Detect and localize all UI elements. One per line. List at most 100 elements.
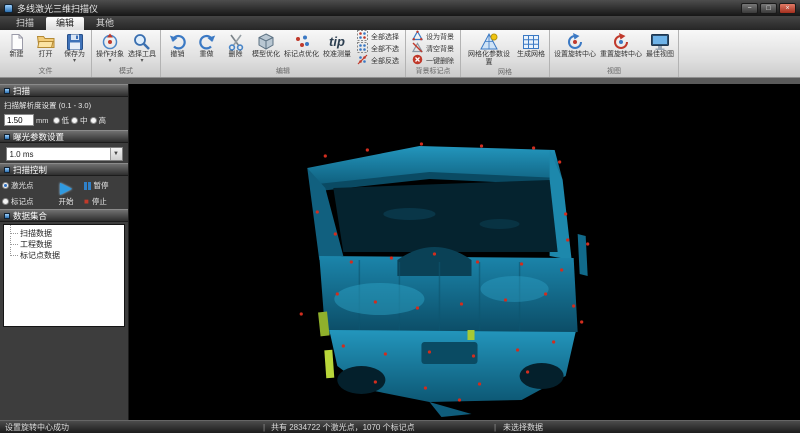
marker-optimize-button[interactable]: 标记点优化	[282, 31, 321, 66]
stop-button[interactable]: ■ 停止	[84, 196, 109, 207]
laser-point-radio[interactable]: 激光点	[2, 180, 48, 191]
cube-icon	[257, 32, 275, 51]
mesh-grid-icon	[521, 32, 541, 51]
start-label: 开始	[59, 196, 74, 207]
redo-button[interactable]: 重做	[192, 31, 221, 66]
open-button[interactable]: 打开	[31, 31, 60, 66]
reset-rotate-center-icon	[611, 32, 631, 51]
ribbon-group-label: 编辑	[163, 66, 403, 77]
button-label: 最佳视图	[646, 51, 674, 59]
calibrate-measure-button[interactable]: tip 校准测量	[321, 31, 353, 66]
button-label: 撤销	[171, 51, 185, 59]
radio-label: 激光点	[11, 180, 34, 191]
scan-panel-header: 扫描	[0, 84, 128, 97]
generate-mesh-button[interactable]: 生成网格	[515, 31, 547, 67]
object-gizmo-icon	[100, 32, 120, 51]
button-label: 模型优化	[252, 51, 280, 59]
monitor-icon	[650, 32, 670, 51]
redo-icon	[197, 32, 217, 51]
reset-rotate-center-button[interactable]: 重置旋转中心	[598, 31, 644, 66]
dataset-panel-header: 数据集合	[0, 209, 128, 222]
new-file-icon	[8, 32, 26, 51]
tab-edit[interactable]: 编辑	[46, 17, 84, 30]
exposure-select[interactable]: 1.0 ms ▼	[6, 147, 123, 161]
button-label: 校准测量	[323, 51, 351, 59]
status-bar: 设置旋转中心成功 | 共有 2834722 个激光点，1070 个标记点 | 未…	[0, 420, 800, 433]
radio-icon	[2, 198, 9, 205]
dataset-list: 扫描数据 工程数据 标记点数据	[3, 224, 125, 327]
save-icon	[66, 32, 84, 51]
mesh-params-button[interactable]: 网格化参数设置	[463, 31, 515, 67]
window-title: 多线激光三维扫描仪	[17, 2, 741, 15]
ribbon-tab-row: 扫描 编辑 其他	[0, 16, 800, 30]
start-button[interactable]: ▶ 开始	[52, 181, 80, 207]
select-tool-button[interactable]: 选择工具 ▾	[126, 31, 158, 66]
dropdown-caret-icon: ▾	[140, 59, 143, 64]
save-as-button[interactable]: 保存为 ▾	[60, 31, 89, 66]
tab-other[interactable]: 其他	[86, 17, 124, 30]
level-radio-mid[interactable]: 中	[71, 115, 88, 126]
ribbon-group-label: 视图	[552, 66, 676, 77]
app-icon	[4, 4, 13, 13]
ribbon-group-label: 背景标记点	[408, 66, 458, 77]
radio-icon	[53, 117, 60, 124]
radio-icon	[90, 117, 97, 124]
delete-button[interactable]: 删除	[221, 31, 250, 66]
viewport-3d[interactable]	[129, 84, 800, 420]
select-invert-button[interactable]: 全部反选	[355, 55, 401, 66]
pause-button[interactable]: 暂停	[84, 180, 109, 191]
ribbon-group-view: 设置旋转中心 重置旋转中心 最佳视图 视图	[550, 30, 679, 77]
point-count-status: 共有 2834722 个激光点，1070 个标记点	[271, 421, 415, 433]
minimize-icon[interactable]: −	[741, 3, 758, 14]
one-key-delete-button[interactable]: 一键删除	[410, 55, 456, 66]
mesh-params-icon	[479, 32, 499, 51]
level-radio-low[interactable]: 低	[53, 115, 70, 126]
radio-label: 低	[62, 115, 70, 126]
button-label: 设为背景	[426, 32, 454, 42]
tree-item-marker-data[interactable]: 标记点数据	[6, 250, 122, 261]
marker-point-radio[interactable]: 标记点	[2, 196, 48, 207]
resolution-label: 扫描解析度设置 (0.1 - 3.0)	[4, 100, 124, 111]
resolution-input[interactable]	[4, 114, 34, 126]
level-radio-high[interactable]: 高	[90, 115, 107, 126]
best-view-button[interactable]: 最佳视图	[644, 31, 676, 66]
app-window: 多线激光三维扫描仪 − □ × 扫描 编辑 其他 新建	[0, 0, 800, 433]
radio-label: 标记点	[11, 196, 34, 207]
close-icon[interactable]: ×	[779, 3, 796, 14]
model-optimize-button[interactable]: 模型优化	[250, 31, 282, 66]
tip-logo-icon: tip	[329, 32, 345, 51]
dropdown-caret-icon: ▾	[73, 59, 76, 64]
resolution-section: 扫描解析度设置 (0.1 - 3.0) mm 低 中 高	[0, 97, 128, 130]
tree-item-scan-data[interactable]: 扫描数据	[6, 228, 122, 239]
ribbon-group-background-markers: 设为背景 清空背景 一键删除 背景	[406, 30, 461, 77]
button-label: 全部反选	[371, 56, 399, 66]
exposure-value: 1.0 ms	[10, 150, 34, 159]
new-button[interactable]: 新建	[2, 31, 31, 66]
status-message: 设置旋转中心成功	[5, 421, 69, 433]
title-bar: 多线激光三维扫描仪 − □ ×	[0, 0, 800, 16]
maximize-icon[interactable]: □	[760, 3, 777, 14]
marker-dots-icon	[293, 32, 311, 51]
set-rotate-center-button[interactable]: 设置旋转中心	[552, 31, 598, 66]
radio-label: 高	[99, 115, 107, 126]
scissors-icon	[226, 32, 246, 51]
set-rotate-center-icon	[565, 32, 585, 51]
play-icon: ▶	[60, 181, 72, 196]
tree-item-project-data[interactable]: 工程数据	[6, 239, 122, 250]
button-label: 删除	[229, 51, 243, 59]
button-label: 打开	[39, 51, 53, 59]
scan-control-section: 激光点 标记点 ▶ 开始 暂停	[0, 176, 128, 209]
tab-scan[interactable]: 扫描	[6, 17, 44, 30]
undo-icon	[168, 32, 188, 51]
stop-label: 停止	[92, 196, 107, 207]
ribbon: 新建 打开 保存为 ▾ 文件	[0, 30, 800, 78]
button-label: 清空背景	[426, 44, 454, 54]
window-controls: − □ ×	[741, 3, 796, 14]
undo-button[interactable]: 撤销	[163, 31, 192, 66]
scanned-model	[129, 84, 800, 420]
open-folder-icon	[36, 32, 56, 51]
operate-object-button[interactable]: 操作对象 ▾	[94, 31, 126, 66]
ribbon-group-label: 网格	[463, 67, 547, 78]
statusbar-separator: |	[263, 421, 265, 433]
panel-header-icon	[4, 167, 10, 173]
